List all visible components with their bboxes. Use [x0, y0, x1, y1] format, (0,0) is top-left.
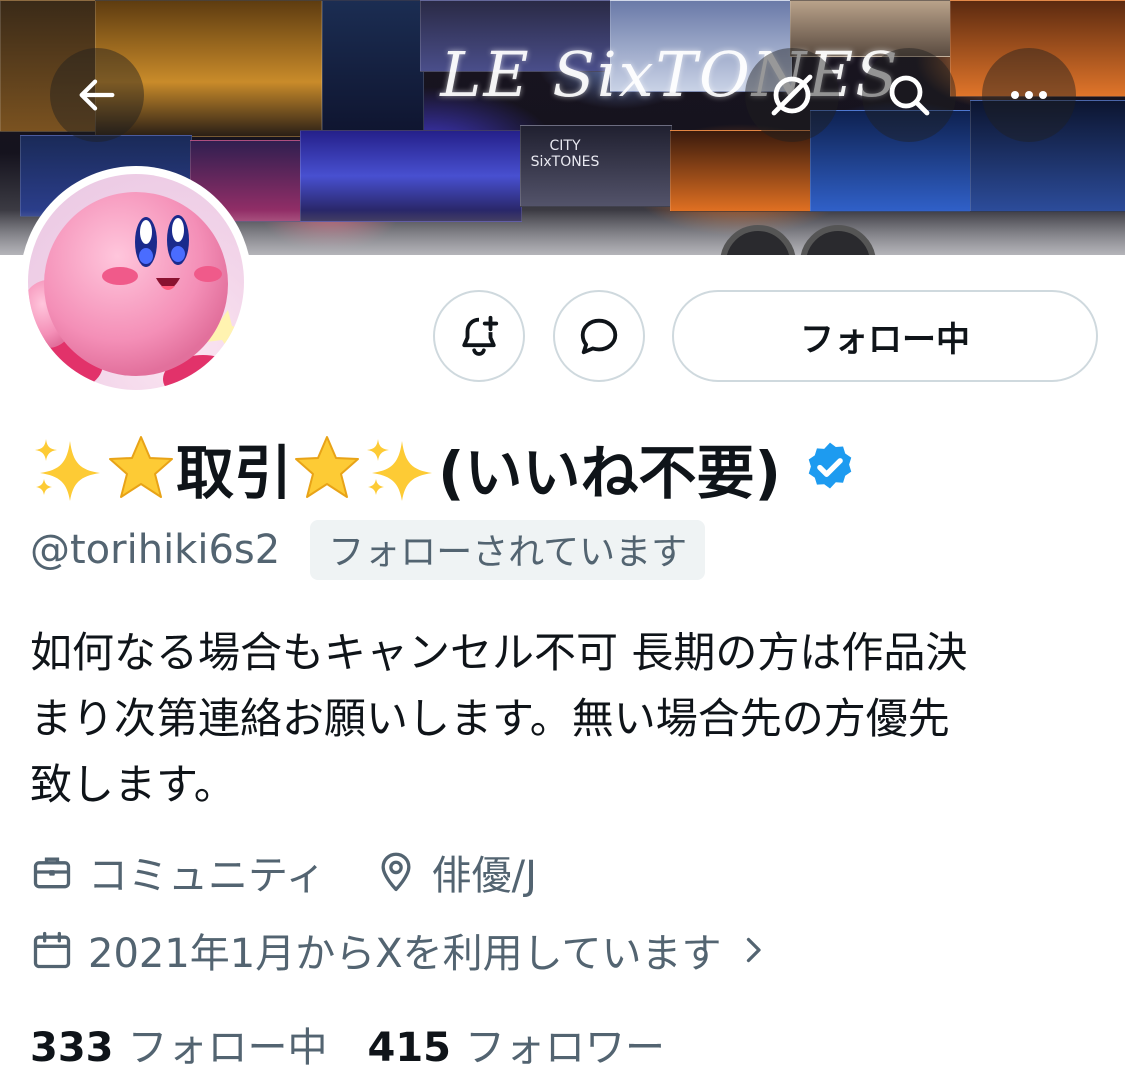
more-icon	[1011, 91, 1047, 99]
location-pin-icon	[381, 852, 411, 892]
joined-date: 2021年1月からXを利用しています	[88, 931, 722, 977]
following-stat[interactable]: 333 フォロー中	[30, 1015, 328, 1073]
following-label: フォロー中	[127, 1025, 328, 1071]
following-button[interactable]: フォロー中	[672, 290, 1098, 382]
profile-location: 俳優/J	[431, 853, 537, 899]
category-item: コミュニティ	[30, 843, 326, 901]
following-count: 333	[30, 1025, 114, 1071]
display-name: 取引 (いいね不要)	[30, 428, 859, 508]
profile-avatar[interactable]	[20, 166, 252, 398]
verified-badge-icon[interactable]	[801, 439, 859, 497]
followers-stat[interactable]: 415 フォロワー	[368, 1015, 666, 1073]
search-icon	[889, 75, 930, 116]
search-button[interactable]	[862, 48, 956, 142]
joined-item[interactable]: 2021年1月からXを利用しています	[30, 921, 771, 979]
more-button[interactable]	[982, 48, 1076, 142]
followers-label: フォロワー	[465, 1025, 665, 1071]
location-item: 俳優/J	[374, 843, 537, 901]
grok-button[interactable]	[745, 48, 839, 142]
banner-small-sign: CITY SixTONES	[530, 138, 600, 170]
avatar-image	[28, 174, 244, 390]
grok-icon	[771, 74, 813, 116]
profile-meta-row: コミュニティ 俳優/J	[30, 842, 537, 902]
display-name-text: 取引	[176, 439, 293, 507]
star-emoji	[295, 436, 360, 498]
back-button[interactable]	[50, 48, 144, 142]
followers-count: 415	[367, 1025, 452, 1071]
follow-stats: 333 フォロー中 415 フォロワー	[30, 1014, 665, 1074]
profile-category: コミュニティ	[88, 853, 326, 899]
bell-plus-icon	[462, 315, 499, 356]
sparkles-emoji	[367, 439, 433, 501]
bio-line: 如何なる場合もキャンセル不可 長期の方は作品決	[30, 628, 968, 677]
arrow-left-icon	[79, 79, 115, 111]
chevron-right-icon	[747, 937, 762, 963]
bio-line: まり次第連絡お願いします。無い場合先の方優先	[30, 694, 950, 743]
briefcase-icon	[33, 857, 71, 889]
joined-row[interactable]: 2021年1月からXを利用しています	[30, 920, 771, 980]
display-name-suffix: (いいね不要)	[438, 439, 782, 507]
message-button[interactable]	[553, 290, 645, 382]
kirby-avatar-illustration	[28, 192, 244, 390]
user-handle: @torihiki6s2	[30, 527, 281, 573]
calendar-icon	[33, 931, 71, 969]
profile-bio: 如何なる場合もキャンセル不可 長期の方は作品決 まり次第連絡お願いします。無い場…	[30, 620, 1105, 818]
bio-line: 致します。	[30, 760, 236, 809]
handle-row: @torihiki6s2 フォローされています	[30, 520, 706, 580]
sparkles-emoji	[35, 439, 100, 501]
message-bubble-icon	[580, 318, 618, 355]
follows-you-badge: フォローされています	[310, 520, 706, 580]
star-emoji	[109, 436, 173, 498]
notifications-button[interactable]	[433, 290, 525, 382]
